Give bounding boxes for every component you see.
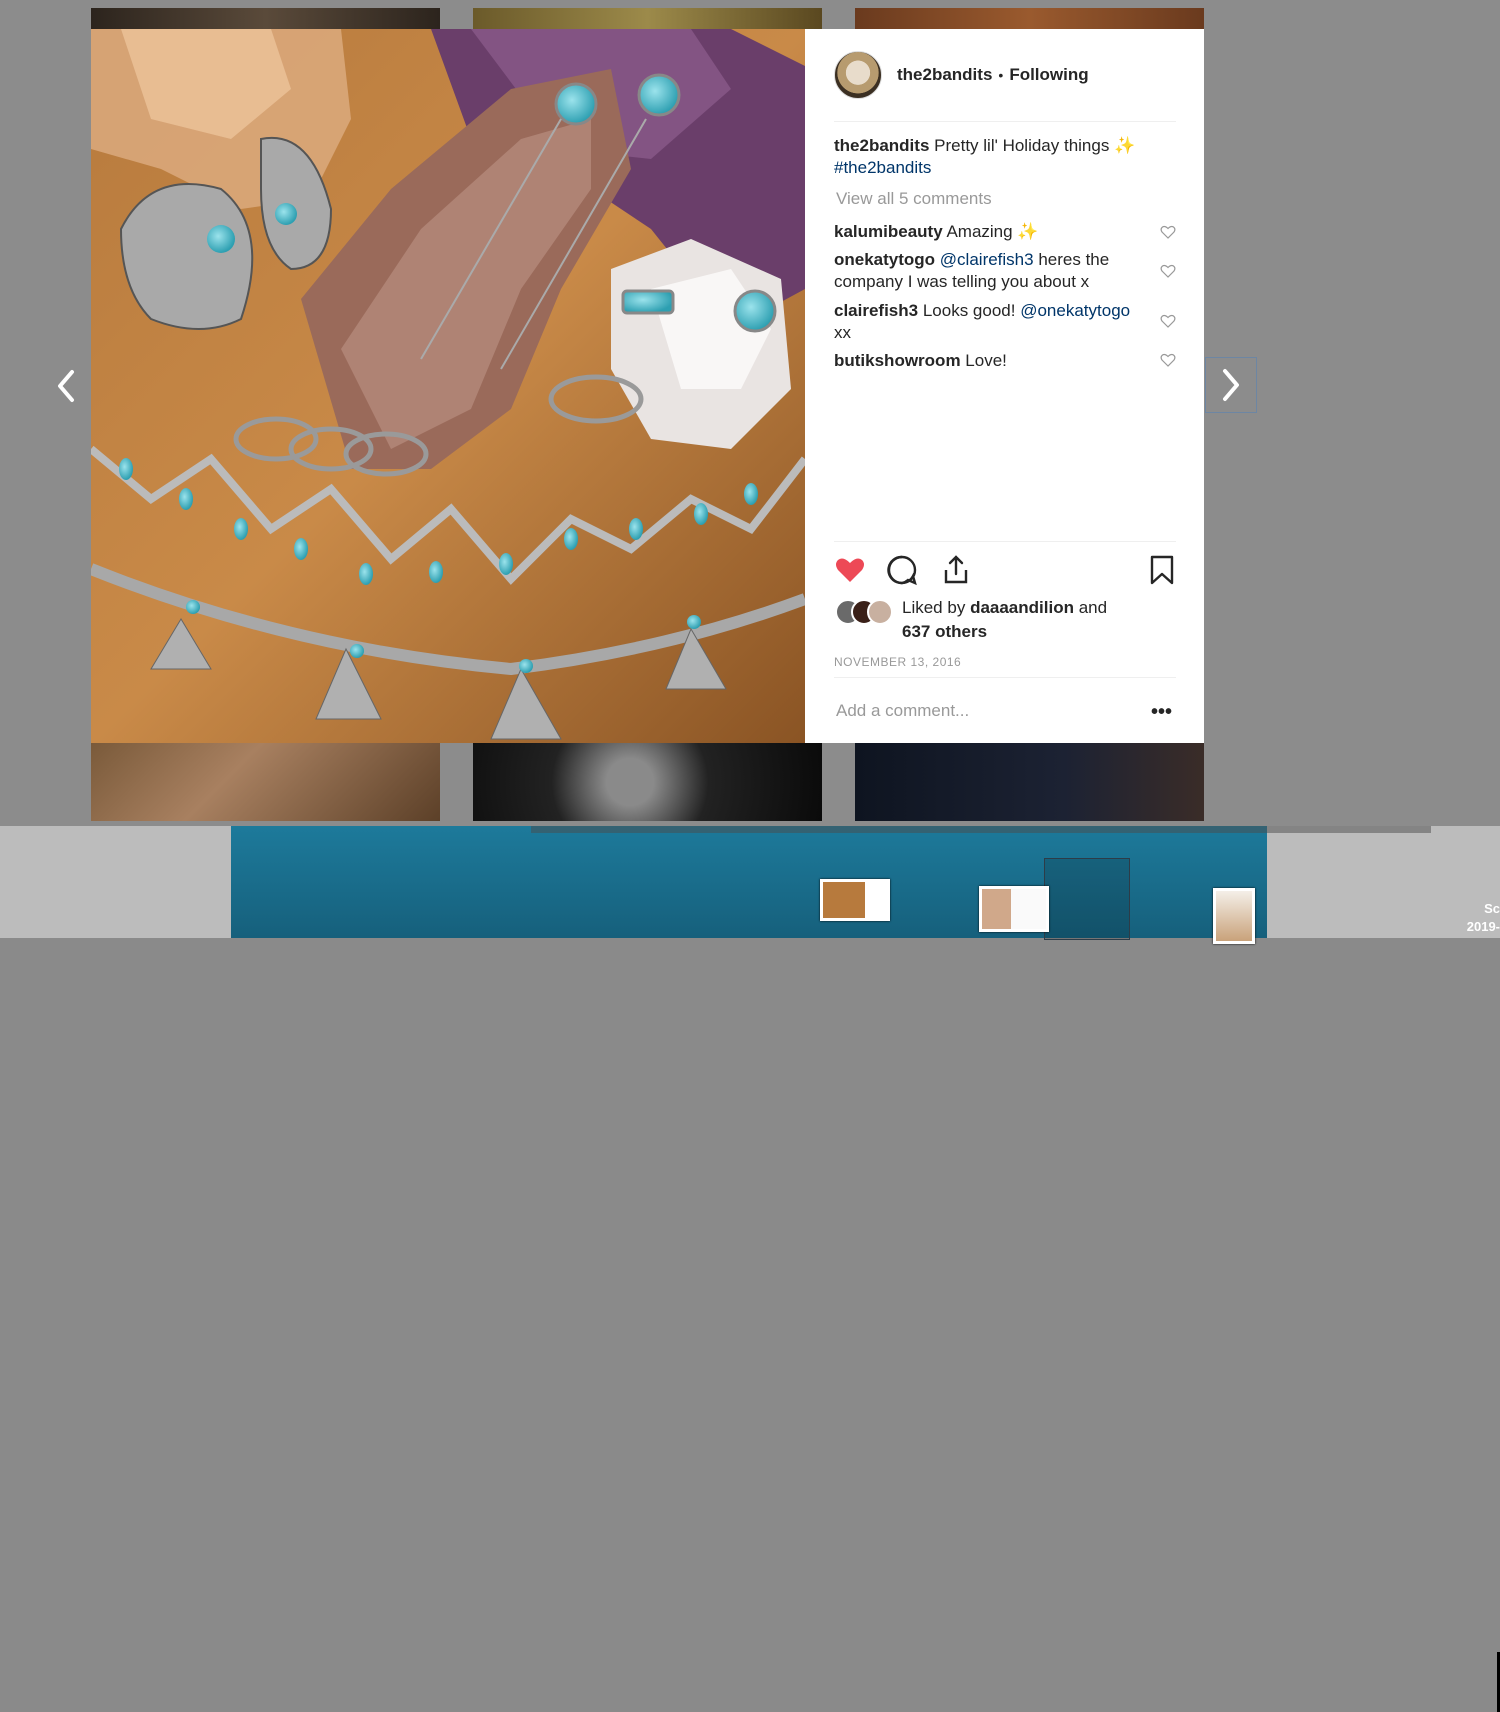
chevron-right-icon [1223, 369, 1239, 401]
comment-mention[interactable]: @clairefish3 [940, 250, 1034, 269]
heart-icon[interactable] [834, 554, 866, 586]
comment-item: kalumibeauty Amazing ✨ [834, 221, 1134, 243]
post-photo[interactable] [91, 29, 805, 743]
grid-photo-bottom-3[interactable] [855, 743, 1204, 821]
comment-username[interactable]: clairefish3 [834, 301, 918, 320]
hashtag-link[interactable]: #the2bandits [834, 158, 931, 177]
post-username[interactable]: the2bandits [897, 65, 992, 85]
more-options-button[interactable]: ••• [1151, 701, 1172, 724]
caption-username[interactable]: the2bandits [834, 136, 929, 155]
comment-item: butikshowroom Love! [834, 350, 1134, 372]
comment-text: Amazing [946, 222, 1013, 241]
grid-photo-top-1[interactable] [91, 8, 440, 30]
separator-dot: • [998, 67, 1004, 83]
header-divider [834, 121, 1176, 122]
page-backdrop: the2bandits • Following the2bandits Pret… [0, 0, 1500, 826]
liker-avatars [835, 599, 897, 625]
desktop-space-strip [231, 826, 1431, 944]
previous-post-button[interactable] [46, 360, 86, 412]
likes-user[interactable]: daaaandilion [970, 598, 1074, 617]
comment-username[interactable]: kalumibeauty [834, 222, 943, 241]
likes-summary: Liked by daaaandilion and 637 others [902, 596, 1132, 644]
avatar[interactable] [834, 51, 882, 99]
grid-photo-bottom-1[interactable] [91, 743, 440, 821]
desktop-thumbnail-2[interactable] [979, 886, 1049, 932]
desktop-thumbnail-3[interactable] [1213, 888, 1255, 944]
comment-mention[interactable]: @onekatytogo [1020, 301, 1130, 320]
likes-section: Liked by daaaandilion and 637 others [834, 596, 1176, 646]
jewelry-photo [91, 29, 805, 743]
next-post-button[interactable] [1205, 357, 1257, 413]
post-modal: the2bandits • Following the2bandits Pret… [91, 29, 1204, 743]
likes-count[interactable]: 637 others [902, 622, 987, 641]
grid-photo-top-3[interactable] [855, 8, 1204, 30]
os-dock-area [0, 826, 1500, 1712]
chevron-left-icon [58, 370, 74, 402]
comment-text: Looks good! [922, 301, 1016, 320]
post-date[interactable]: NOVEMBER 13, 2016 [834, 655, 961, 669]
post-header: the2bandits • Following [834, 51, 1176, 99]
post-actions [834, 554, 1176, 590]
comment-like-heart-icon[interactable] [1160, 224, 1176, 240]
comment-like-heart-icon[interactable] [1160, 313, 1176, 329]
comment-like-heart-icon[interactable] [1160, 263, 1176, 279]
avatar[interactable] [867, 599, 893, 625]
sparkle-emoji: ✨ [1114, 136, 1136, 155]
comment-username[interactable]: butikshowroom [834, 351, 961, 370]
grid-photo-top-2[interactable] [473, 8, 822, 30]
grid-photo-bottom-2[interactable] [473, 743, 822, 821]
selected-desktop-highlight[interactable] [1044, 858, 1130, 940]
likes-prefix: Liked by [902, 598, 966, 617]
share-icon[interactable] [940, 554, 972, 586]
screenshot-label-line1: Sc [1484, 901, 1500, 916]
comment-item: clairefish3 Looks good! @onekatytogo xx [834, 300, 1134, 344]
comment-divider [834, 677, 1176, 678]
comment-username[interactable]: onekatytogo [834, 250, 935, 269]
view-all-comments-link[interactable]: View all 5 comments [836, 189, 992, 209]
comment-item: onekatytogo @clairefish3 heres the compa… [834, 249, 1134, 293]
comment-text: Love! [965, 351, 1007, 370]
actions-divider [834, 541, 1176, 542]
following-button[interactable]: Following [1009, 65, 1088, 85]
post-caption: the2bandits Pretty lil' Holiday things ✨… [834, 135, 1154, 179]
screenshot-file-label[interactable]: Sc 2019- [1460, 900, 1500, 936]
post-sidebar: the2bandits • Following the2bandits Pret… [834, 29, 1176, 743]
screenshot-label-line2: 2019- [1466, 919, 1500, 934]
comment-like-heart-icon[interactable] [1160, 352, 1176, 368]
sparkle-emoji: ✨ [1017, 222, 1039, 241]
comment-text-suffix: xx [834, 323, 851, 342]
likes-and: and [1078, 598, 1108, 617]
bookmark-icon[interactable] [1146, 554, 1178, 586]
strip-shadow [531, 826, 1431, 833]
add-comment-input[interactable]: Add a comment... [836, 701, 969, 721]
desktop-thumbnail-1[interactable] [820, 879, 890, 921]
comment-icon[interactable] [886, 554, 918, 586]
caption-text: Pretty lil' Holiday things [934, 136, 1110, 155]
